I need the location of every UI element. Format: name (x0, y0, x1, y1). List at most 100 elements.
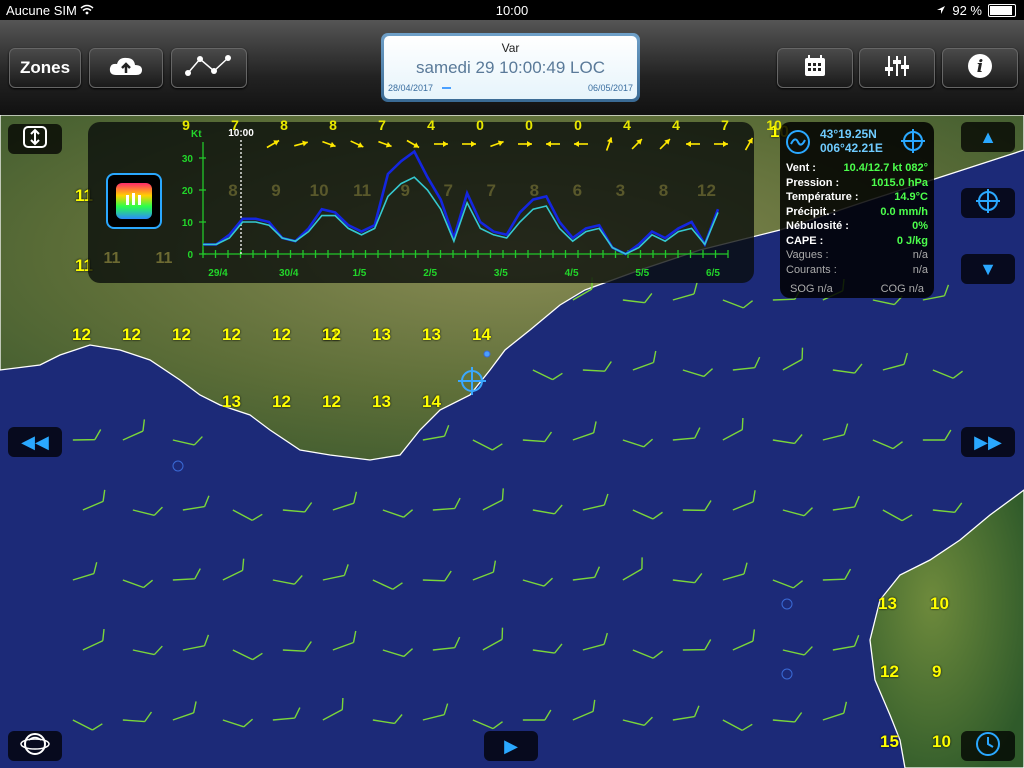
info-value: 10.4/12.7 kt 082° (843, 162, 928, 174)
direction-arrow (744, 137, 754, 151)
overlay-number: 7 (487, 181, 496, 200)
status-bar: Aucune SIM 10:00 92 % (0, 0, 1024, 20)
toolbar: Zones Var samedi 29 10:00:49 LOC 28/04/2… (0, 20, 1024, 115)
temperature-label: 14 (422, 392, 441, 411)
overlay-number: 11 (353, 181, 371, 200)
info-value: 0.0 mm/h (880, 205, 928, 218)
info-row: Pression : 1015.0 hPa (786, 177, 928, 191)
temperature-label: 15 (880, 732, 899, 751)
svg-text:i: i (977, 57, 983, 77)
direction-arrow (266, 139, 280, 149)
overlay-number: 6 (573, 181, 582, 200)
info-label: Pression : (786, 176, 840, 189)
settings-button[interactable] (859, 48, 935, 88)
longitude: 006°42.21E (820, 141, 883, 155)
clock-button[interactable] (961, 731, 1015, 761)
crosshair-icon[interactable] (900, 128, 926, 157)
triangle-down-icon: ▼ (979, 258, 997, 279)
direction-arrow (350, 140, 364, 148)
info-row: Nébulosité : 0% (786, 220, 928, 234)
y-tick-label: 10 (182, 218, 194, 229)
locate-button[interactable] (961, 188, 1015, 218)
wind-chart: 8 9 10 11 9 7 7 8 6 3 8 12 11 11 30 20 10 0 Kt 29/4 30/4 1/5… (104, 117, 782, 279)
fast-forward-icon: ▶▶ (974, 431, 1002, 452)
direction-number: 4 (672, 117, 680, 133)
x-tick-label: 4/5 (565, 268, 579, 279)
temperature-label: 10 (930, 594, 949, 613)
direction-arrow (631, 138, 643, 150)
x-tick-label: 6/5 (706, 268, 720, 279)
play-icon: ▶ (504, 735, 518, 756)
temperature-label: 12 (172, 325, 191, 344)
fast-forward-button[interactable]: ▶▶ (961, 427, 1015, 457)
rewind-button[interactable]: ◀◀ (8, 427, 62, 457)
direction-arrow (434, 141, 448, 147)
temperature-label: 12 (122, 325, 141, 344)
temperature-label: 13 (222, 392, 241, 411)
route-button[interactable] (171, 48, 247, 88)
y-tick-label: 20 (182, 186, 194, 197)
route-icon (184, 53, 234, 84)
temperature-label: 12 (72, 325, 91, 344)
direction-number: 9 (182, 117, 190, 133)
overlay-number: 8 (530, 181, 539, 200)
direction-arrow (462, 141, 476, 147)
info-row: Vent : 10.4/12.7 kt 082° (786, 162, 928, 176)
location-arrow-icon (936, 3, 946, 18)
globe-button[interactable] (8, 731, 62, 761)
temperature-label: 12 (222, 325, 241, 344)
y-axis-label: Kt (191, 129, 202, 140)
info-value: 1015.0 hPa (871, 176, 928, 189)
direction-arrow (490, 140, 504, 148)
clock: 10:00 (495, 3, 529, 18)
sliders-icon (884, 55, 910, 82)
chart-toggle-icon[interactable] (786, 130, 810, 157)
direction-number: 4 (623, 117, 631, 133)
globe-icon (20, 731, 50, 762)
direction-arrow (714, 141, 728, 147)
expand-vertical-button[interactable] (8, 124, 62, 154)
end-date: 06/05/2017 (587, 83, 633, 93)
direction-number: 0 (525, 117, 533, 133)
info-icon: i (967, 53, 993, 84)
calendar-button[interactable] (777, 48, 853, 88)
latitude: 43°19.25N (820, 127, 877, 141)
direction-number: 8 (280, 117, 288, 133)
x-tick-label: 30/4 (279, 268, 299, 279)
info-row: Courants : n/a (786, 264, 928, 278)
direction-arrow (659, 138, 671, 150)
temperature-label: 9 (932, 662, 942, 681)
zones-button[interactable]: Zones (9, 48, 81, 88)
rewind-icon: ◀◀ (21, 431, 49, 452)
temperature-label: 12 (272, 392, 291, 411)
cloud-upload-icon (108, 55, 144, 82)
overlay-number: 3 (616, 181, 625, 200)
temperature-label: 13 (422, 325, 441, 344)
direction-number: 0 (476, 117, 484, 133)
wind-chart-panel[interactable]: 8 9 10 11 9 7 7 8 6 3 8 12 11 11 30 20 10 0 Kt 29/4 30/4 1/5… (88, 117, 782, 283)
info-row: Précipit. : 0.0 mm/h (786, 206, 928, 220)
x-tick-label: 5/5 (635, 268, 649, 279)
temperature-label: 13 (372, 325, 391, 344)
temperature-label: 13 (372, 392, 391, 411)
play-button[interactable]: ▶ (484, 731, 538, 761)
date-time-display[interactable]: Var samedi 29 10:00:49 LOC 28/04/2017 06… (381, 33, 640, 102)
temperature-label: 10 (932, 732, 951, 751)
info-button[interactable]: i (942, 48, 1018, 88)
scroll-down-button[interactable]: ▼ (961, 254, 1015, 284)
direction-number: 7 (378, 117, 386, 133)
overlay-number: 9 (271, 181, 280, 200)
direction-number: 7 (231, 117, 239, 133)
map-canvas[interactable] (0, 0, 1024, 768)
direction-number: 7 (721, 117, 729, 133)
overlay-number: 7 (443, 181, 452, 200)
triangle-up-icon: ▲ (979, 126, 997, 147)
info-label: CAPE : (786, 234, 824, 247)
cloud-upload-button[interactable] (89, 48, 163, 88)
info-label: Précipit. : (786, 205, 837, 218)
info-label: Vent : (786, 162, 816, 174)
scroll-up-button[interactable]: ▲ (961, 122, 1015, 152)
battery-percent: 92 % (952, 3, 982, 18)
info-label: Nébulosité : (786, 220, 849, 232)
expand-vertical-icon (23, 125, 47, 153)
